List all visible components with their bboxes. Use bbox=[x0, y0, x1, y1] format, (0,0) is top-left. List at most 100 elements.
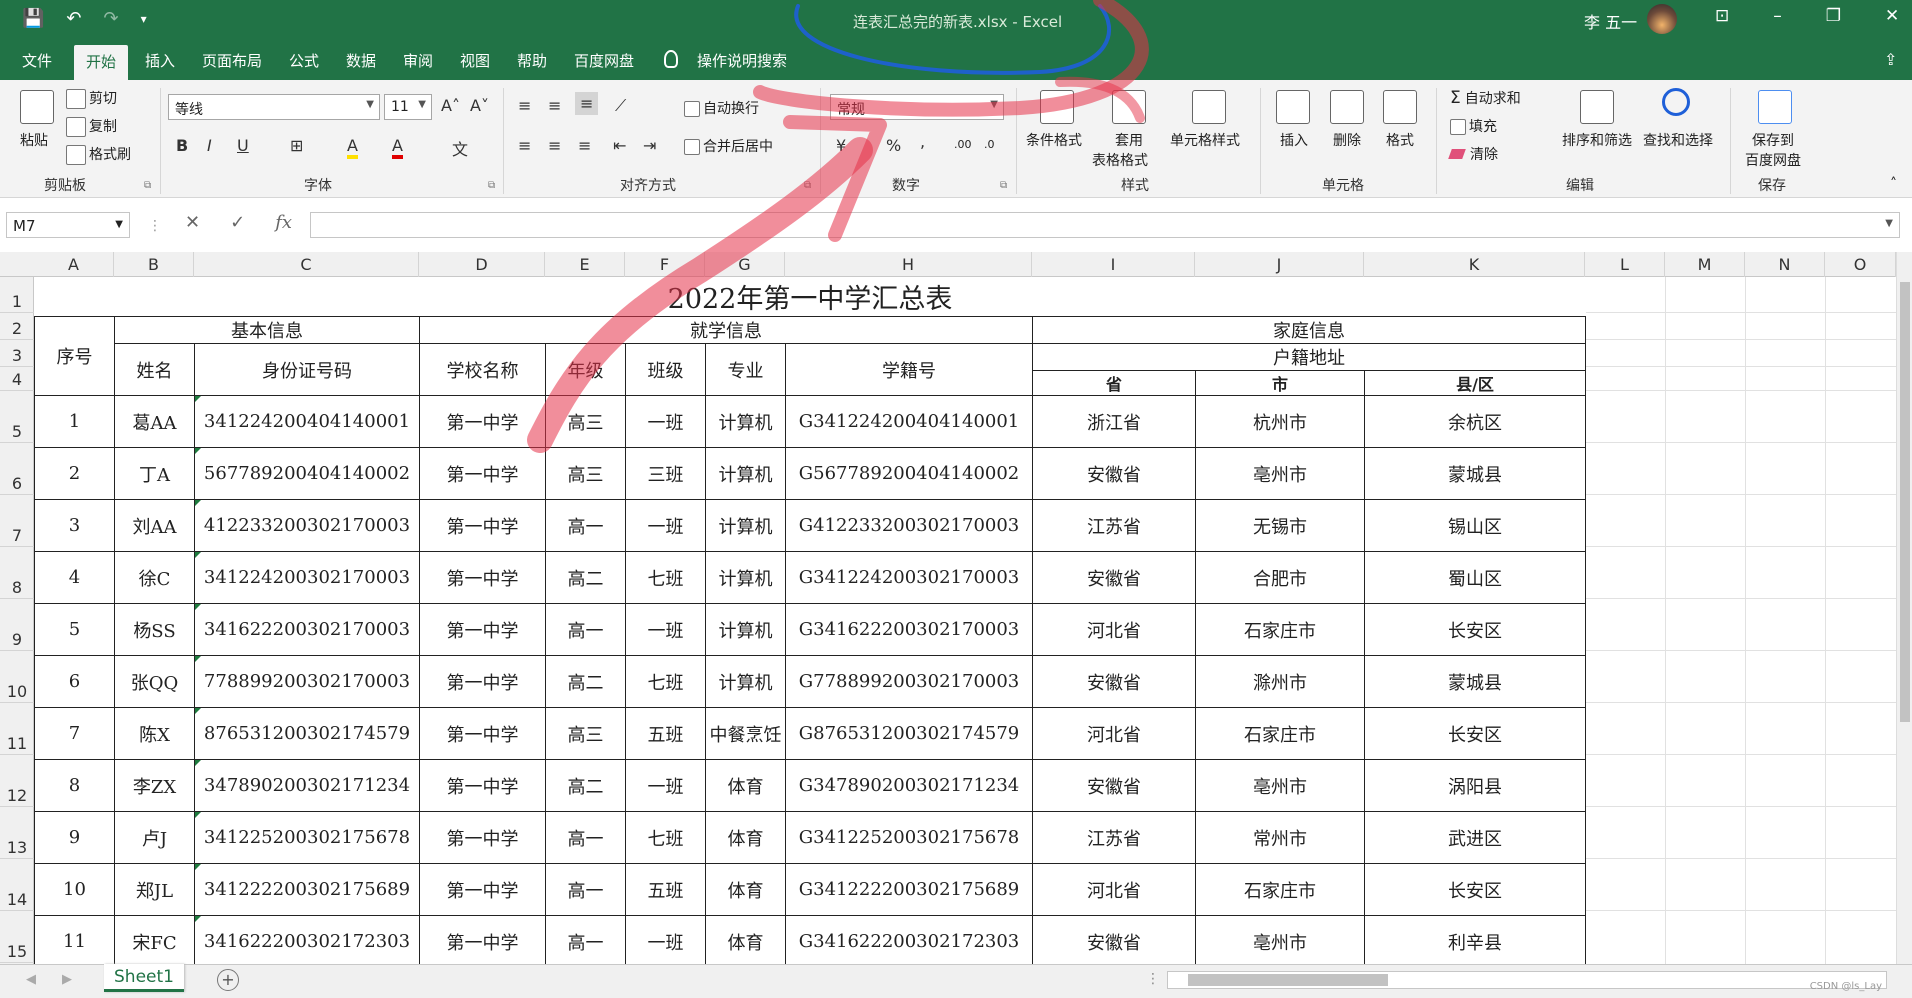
header-city[interactable]: 市 bbox=[1195, 370, 1365, 396]
cell-major[interactable]: 体育 bbox=[705, 915, 786, 964]
italic-button[interactable]: I bbox=[207, 136, 212, 155]
cell-index[interactable]: 3 bbox=[34, 499, 115, 552]
close-button[interactable]: ✕ bbox=[1885, 6, 1899, 26]
cell-name[interactable]: 丁A bbox=[114, 447, 195, 500]
cell-major[interactable]: 计算机 bbox=[705, 499, 786, 552]
table-title[interactable]: 2022年第一中学汇总表 bbox=[34, 277, 1586, 317]
cell-county[interactable]: 利辛县 bbox=[1364, 915, 1586, 964]
sort-filter-icon[interactable] bbox=[1580, 90, 1614, 124]
cell-class[interactable]: 七班 bbox=[625, 811, 706, 864]
cell-city[interactable]: 亳州市 bbox=[1195, 759, 1365, 812]
delete-cells-icon[interactable] bbox=[1330, 90, 1364, 124]
cell-name[interactable]: 郑JL bbox=[114, 863, 195, 916]
border-button[interactable]: ⊞ bbox=[290, 136, 303, 155]
cell-major[interactable]: 计算机 bbox=[705, 395, 786, 448]
row-header[interactable]: 11 bbox=[0, 703, 34, 755]
format-painter-button[interactable]: 格式刷 bbox=[66, 144, 131, 165]
number-format-combo[interactable]: 常规 ▼ bbox=[830, 94, 1004, 120]
cell-province[interactable]: 浙江省 bbox=[1032, 395, 1196, 448]
column-header[interactable]: C bbox=[194, 252, 419, 277]
cell-index[interactable]: 8 bbox=[34, 759, 115, 812]
font-launcher-icon[interactable]: ⧉ bbox=[488, 180, 495, 191]
cell-province[interactable]: 安徽省 bbox=[1032, 759, 1196, 812]
header-hukou[interactable]: 户籍地址 bbox=[1032, 343, 1586, 371]
row-header[interactable]: 5 bbox=[0, 391, 34, 443]
format-cells-button[interactable]: 格式 bbox=[1386, 130, 1414, 150]
cell-id[interactable]: 341622200302170003 bbox=[194, 603, 420, 656]
grow-font-button[interactable]: A˄ bbox=[441, 96, 460, 115]
tab-formulas[interactable]: 公式 bbox=[289, 50, 319, 71]
cell-index[interactable]: 11 bbox=[34, 915, 115, 964]
cell-index[interactable]: 7 bbox=[34, 707, 115, 760]
cell-major[interactable]: 体育 bbox=[705, 759, 786, 812]
shrink-font-button[interactable]: A˅ bbox=[470, 96, 489, 115]
cell-index[interactable]: 5 bbox=[34, 603, 115, 656]
tab-review[interactable]: 审阅 bbox=[403, 50, 433, 71]
row-header[interactable]: 9 bbox=[0, 599, 34, 651]
cell-city[interactable]: 合肥市 bbox=[1195, 551, 1365, 604]
save-to-netdisk-label-2[interactable]: 百度网盘 bbox=[1745, 150, 1801, 170]
increase-decimal-button[interactable]: .00 bbox=[954, 138, 972, 151]
redo-icon[interactable]: ↷ bbox=[104, 8, 119, 29]
row-header[interactable]: 8 bbox=[0, 547, 34, 599]
cell-county[interactable]: 蒙城县 bbox=[1364, 655, 1586, 708]
font-color-button[interactable]: A bbox=[392, 136, 403, 159]
decrease-decimal-button[interactable]: .0 bbox=[984, 138, 995, 151]
cell-id[interactable]: 341622200302172303 bbox=[194, 915, 420, 964]
add-sheet-button[interactable]: + bbox=[217, 969, 239, 991]
minimize-button[interactable]: – bbox=[1773, 6, 1782, 26]
cell-id[interactable]: 567789200404140002 bbox=[194, 447, 420, 500]
cell-grade[interactable]: 高一 bbox=[545, 499, 626, 552]
cell-styles-button[interactable]: 单元格样式 bbox=[1170, 130, 1240, 150]
conditional-format-button[interactable]: 条件格式 bbox=[1026, 130, 1082, 150]
formula-input[interactable]: ▼ bbox=[310, 212, 1900, 238]
number-launcher-icon[interactable]: ⧉ bbox=[1000, 180, 1007, 191]
wrap-text-button[interactable]: 自动换行 bbox=[684, 98, 759, 118]
font-size-combo[interactable]: 11 ▼ bbox=[384, 94, 432, 120]
cell-county[interactable]: 武进区 bbox=[1364, 811, 1586, 864]
cell-city[interactable]: 石家庄市 bbox=[1195, 603, 1365, 656]
cell-grade[interactable]: 高三 bbox=[545, 447, 626, 500]
baidu-cloud-icon[interactable] bbox=[1758, 90, 1792, 124]
scroll-thumb[interactable] bbox=[1188, 974, 1388, 986]
cell-grade[interactable]: 高二 bbox=[545, 551, 626, 604]
increase-indent-icon[interactable]: ⇥ bbox=[643, 136, 656, 155]
row-header[interactable]: 12 bbox=[0, 755, 34, 807]
cell-county[interactable]: 长安区 bbox=[1364, 863, 1586, 916]
cell-student-no[interactable]: G567789200404140002 bbox=[785, 447, 1033, 500]
cell-class[interactable]: 五班 bbox=[625, 707, 706, 760]
cell-id[interactable]: 341224200302170003 bbox=[194, 551, 420, 604]
percent-button[interactable]: % bbox=[886, 136, 901, 155]
cell-school[interactable]: 第一中学 bbox=[419, 551, 546, 604]
row-header[interactable]: 14 bbox=[0, 859, 34, 911]
cell-major[interactable]: 体育 bbox=[705, 811, 786, 864]
header-class[interactable]: 班级 bbox=[625, 343, 706, 396]
align-center-icon[interactable]: ≡ bbox=[548, 136, 561, 155]
undo-icon[interactable]: ↶ bbox=[66, 8, 81, 29]
cell-major[interactable]: 计算机 bbox=[705, 603, 786, 656]
paste-icon[interactable] bbox=[20, 90, 54, 124]
align-bottom-icon[interactable]: ≡ bbox=[575, 92, 599, 115]
cell-grade[interactable]: 高一 bbox=[545, 915, 626, 964]
cell-id[interactable]: 341225200302175678 bbox=[194, 811, 420, 864]
cell-county[interactable]: 锡山区 bbox=[1364, 499, 1586, 552]
cell-school[interactable]: 第一中学 bbox=[419, 863, 546, 916]
cell-student-no[interactable]: G341622200302170003 bbox=[785, 603, 1033, 656]
align-left-icon[interactable]: ≡ bbox=[518, 136, 531, 155]
cell-styles-icon[interactable] bbox=[1192, 90, 1226, 124]
tab-insert[interactable]: 插入 bbox=[145, 50, 175, 71]
column-header[interactable]: J bbox=[1195, 252, 1364, 277]
cell-school[interactable]: 第一中学 bbox=[419, 707, 546, 760]
cell-index[interactable]: 4 bbox=[34, 551, 115, 604]
cell-grade[interactable]: 高一 bbox=[545, 603, 626, 656]
cell-city[interactable]: 石家庄市 bbox=[1195, 863, 1365, 916]
cell-province[interactable]: 河北省 bbox=[1032, 863, 1196, 916]
header-grade[interactable]: 年级 bbox=[545, 343, 626, 396]
cell-grade[interactable]: 高二 bbox=[545, 655, 626, 708]
merge-center-button[interactable]: 合并后居中 bbox=[684, 136, 773, 156]
fill-color-button[interactable]: A bbox=[347, 136, 358, 159]
cell-class[interactable]: 一班 bbox=[625, 395, 706, 448]
tab-view[interactable]: 视图 bbox=[460, 50, 490, 71]
cell-major[interactable]: 计算机 bbox=[705, 447, 786, 500]
cell-city[interactable]: 常州市 bbox=[1195, 811, 1365, 864]
